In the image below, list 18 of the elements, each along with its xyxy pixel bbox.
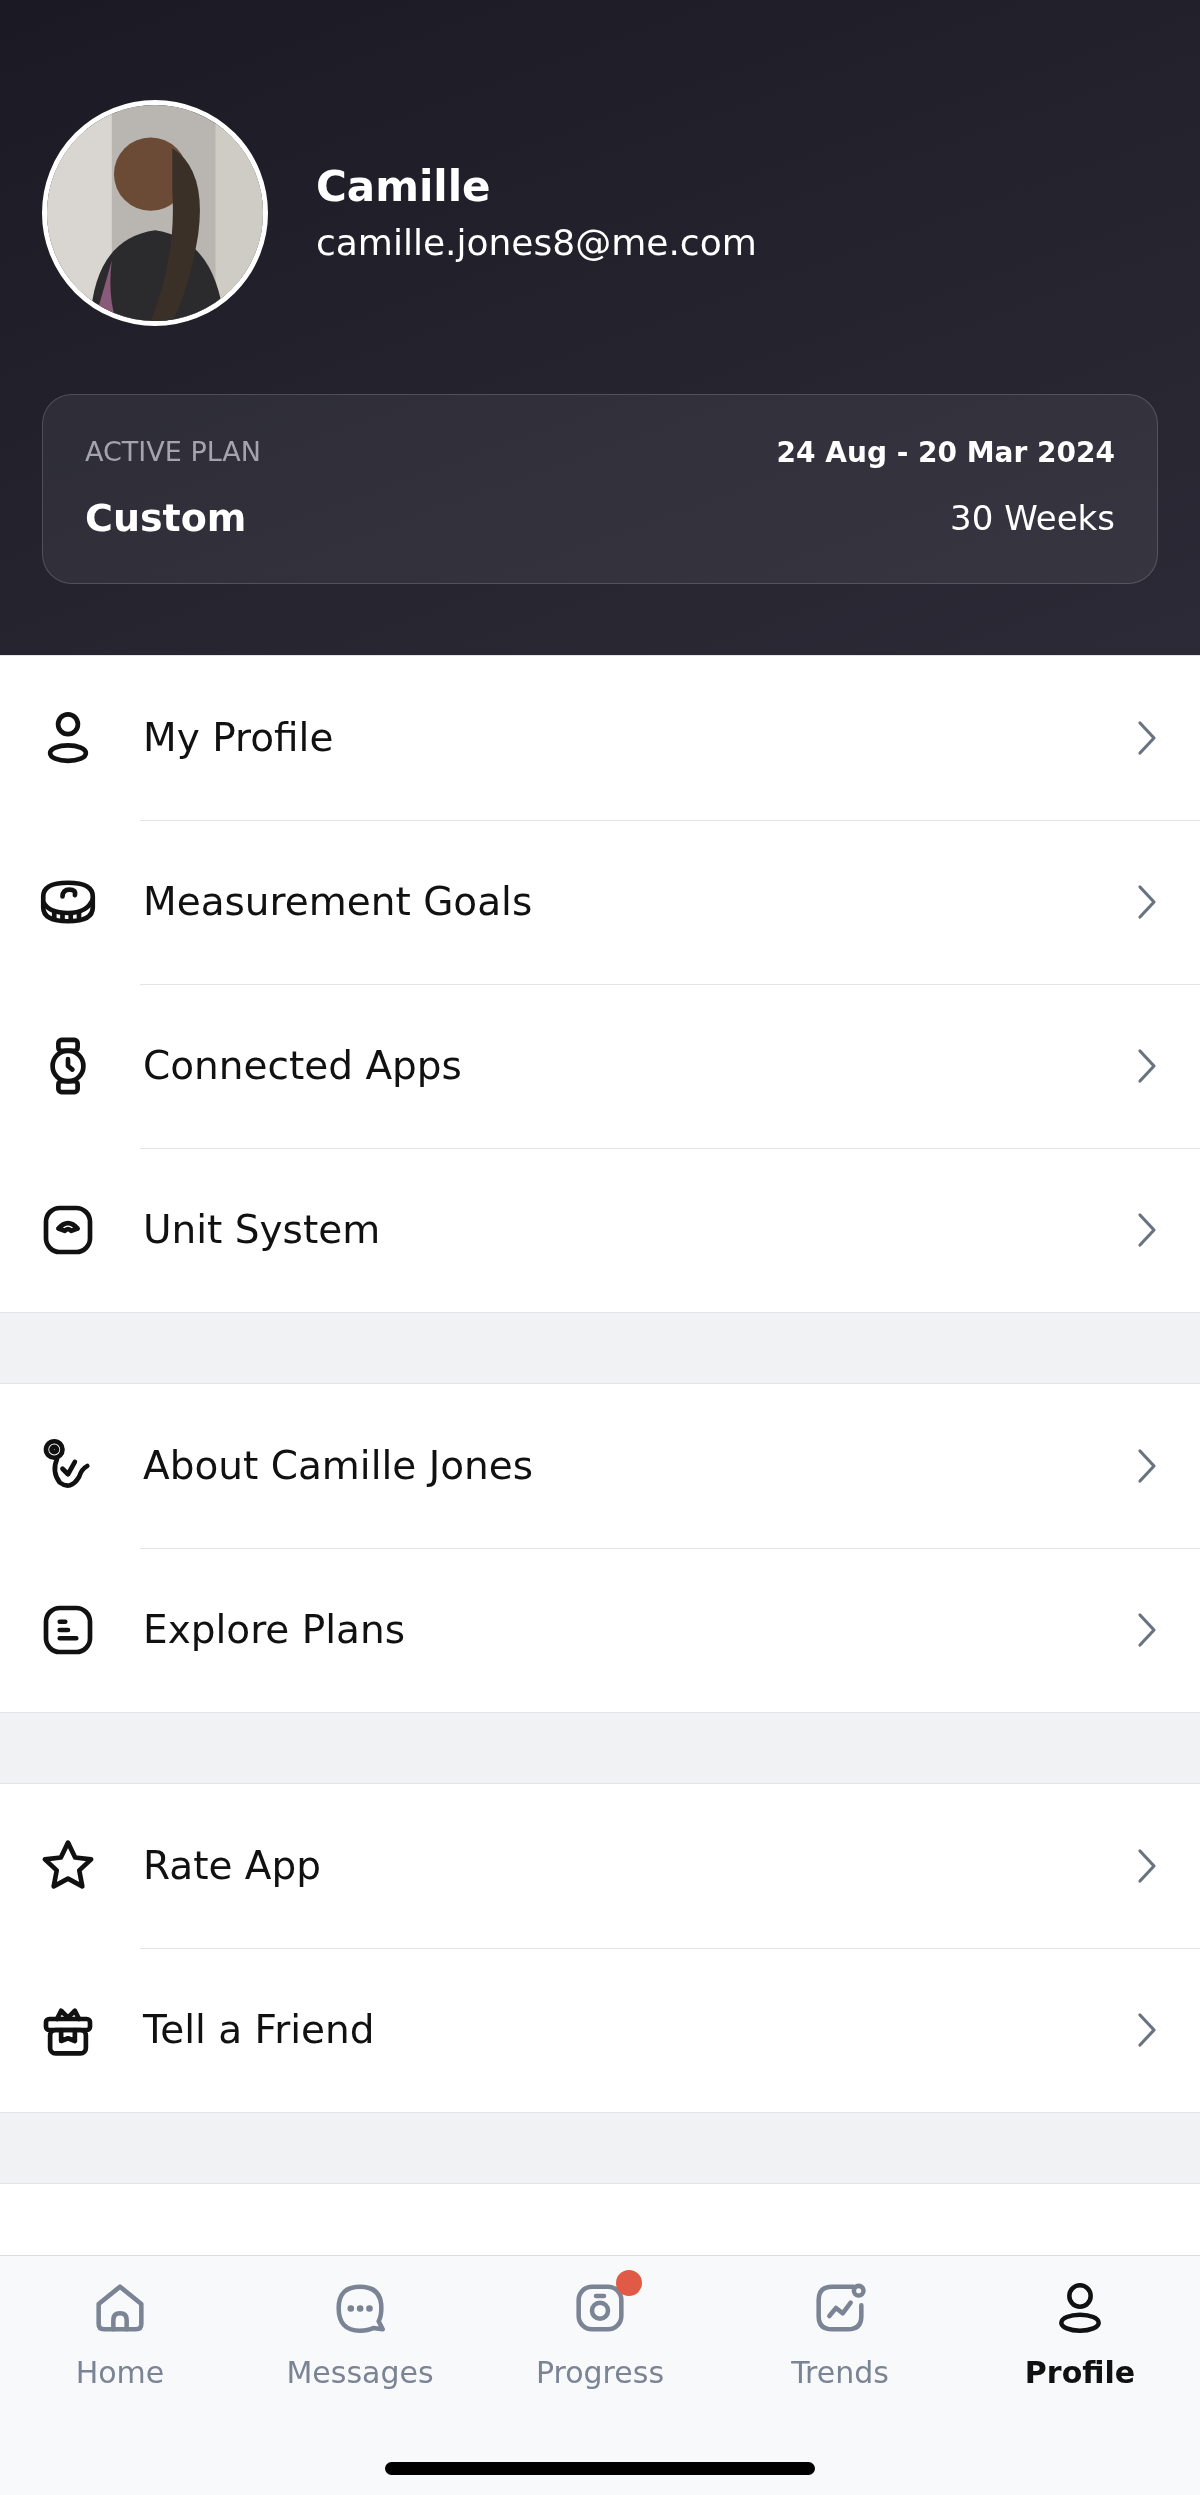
tab[interactable]: Messages [240, 2256, 480, 2495]
chevron-right-icon [1136, 1212, 1158, 1248]
chevron-right-icon [1136, 1048, 1158, 1084]
chevron-right-icon [1136, 1448, 1158, 1484]
tab[interactable]: Profile [960, 2256, 1200, 2495]
tab[interactable]: Trends [720, 2256, 960, 2495]
tab[interactable]: Home [0, 2256, 240, 2495]
plan-name: Custom [85, 494, 247, 542]
chevron-right-icon [1136, 1612, 1158, 1648]
chevron-right-icon [1136, 2012, 1158, 2048]
user-name: Camille [316, 162, 492, 213]
plan-dates: 24 Aug - 20 Mar 2024 [776, 434, 1115, 471]
chevron-right-icon [1136, 720, 1158, 756]
user-email: camille.jones8@me.com [316, 220, 757, 264]
chevron-right-icon [1136, 1848, 1158, 1884]
plan-duration: 30 Weeks [950, 496, 1115, 540]
chevron-right-icon [1136, 884, 1158, 920]
plan-label: ACTIVE PLAN [85, 435, 262, 470]
